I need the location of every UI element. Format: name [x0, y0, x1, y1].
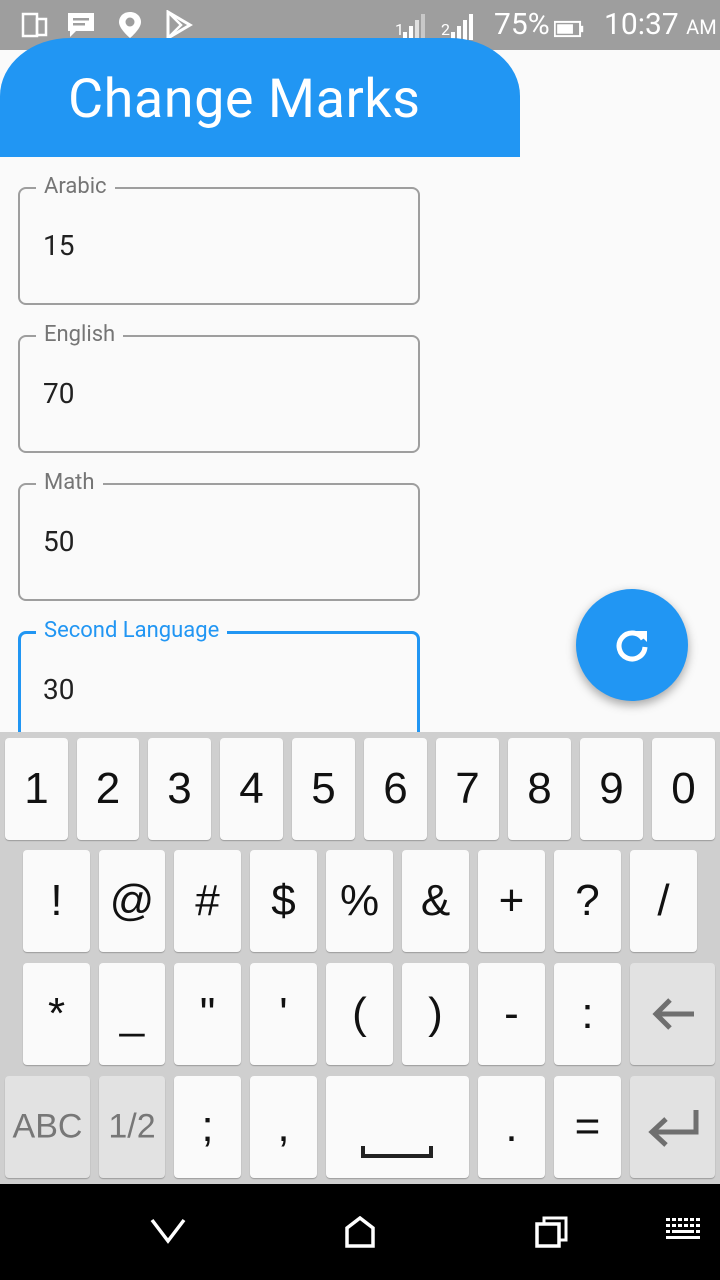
key-hash[interactable]: #	[174, 850, 241, 952]
english-field[interactable]: English 70	[18, 323, 420, 453]
home-icon[interactable]	[344, 1216, 376, 1248]
key-4[interactable]: 4	[220, 738, 283, 840]
space-key[interactable]	[326, 1076, 469, 1178]
key-period[interactable]: .	[478, 1076, 545, 1178]
field-value: 70	[43, 377, 75, 410]
key-1[interactable]: 1	[5, 738, 68, 840]
arabic-field[interactable]: Arabic 15	[18, 175, 420, 305]
backspace-key[interactable]	[630, 963, 715, 1065]
field-label: Arabic	[36, 175, 115, 199]
key-7[interactable]: 7	[436, 738, 499, 840]
key-exclamation[interactable]: !	[23, 850, 90, 952]
key-underscore[interactable]: _	[99, 963, 165, 1065]
field-label: English	[36, 323, 124, 347]
on-screen-keyboard: 1 2 3 4 5 6 7 8 9 0 ! @ # $ % & + ? / * …	[0, 732, 720, 1184]
key-equals[interactable]: =	[554, 1076, 621, 1178]
phone-tablet-icon	[21, 12, 48, 38]
key-at[interactable]: @	[99, 850, 165, 952]
enter-icon	[648, 1110, 699, 1147]
key-minus[interactable]: -	[478, 963, 545, 1065]
key-ampersand[interactable]: &	[402, 850, 469, 952]
battery-icon	[554, 20, 584, 38]
key-colon[interactable]: :	[554, 963, 621, 1065]
space-icon	[361, 1146, 433, 1158]
key-9[interactable]: 9	[580, 738, 643, 840]
navigation-bar	[0, 1184, 720, 1280]
app-header: Change Marks	[0, 38, 520, 157]
field-value: 15	[43, 229, 75, 262]
recents-icon[interactable]	[535, 1216, 569, 1250]
key-slash[interactable]: /	[630, 850, 697, 952]
enter-key[interactable]	[630, 1076, 715, 1178]
field-label: Math	[36, 471, 103, 495]
key-2[interactable]: 2	[77, 738, 139, 840]
math-field[interactable]: Math 50	[18, 471, 420, 601]
key-comma[interactable]: ,	[250, 1076, 317, 1178]
key-6[interactable]: 6	[364, 738, 427, 840]
backspace-icon	[652, 998, 694, 1030]
key-close-paren[interactable]: )	[402, 963, 469, 1065]
clock: 10:37 AM	[604, 7, 717, 42]
key-semicolon[interactable]: ;	[174, 1076, 241, 1178]
key-open-paren[interactable]: (	[326, 963, 393, 1065]
key-dollar[interactable]: $	[250, 850, 317, 952]
message-icon	[68, 13, 94, 37]
page-title: Change Marks	[68, 68, 421, 131]
back-icon[interactable]	[150, 1218, 186, 1244]
key-asterisk[interactable]: *	[23, 963, 90, 1065]
field-label: Second Language	[36, 619, 228, 643]
key-8[interactable]: 8	[508, 738, 571, 840]
abc-key[interactable]: ABC	[5, 1076, 90, 1178]
key-0[interactable]: 0	[652, 738, 715, 840]
key-percent[interactable]: %	[326, 850, 393, 952]
refresh-icon	[616, 630, 648, 662]
location-icon	[119, 12, 141, 38]
key-question[interactable]: ?	[554, 850, 621, 952]
play-store-icon	[166, 10, 193, 40]
field-value: 50	[43, 525, 75, 558]
key-single-quote[interactable]: '	[250, 963, 317, 1065]
keyboard-icon[interactable]	[666, 1218, 702, 1244]
field-value: 30	[43, 673, 75, 706]
refresh-button[interactable]	[576, 589, 688, 701]
key-plus[interactable]: +	[478, 850, 545, 952]
signal-icon: 1 2	[393, 12, 489, 40]
key-5[interactable]: 5	[292, 738, 355, 840]
key-3[interactable]: 3	[148, 738, 211, 840]
key-double-quote[interactable]: "	[174, 963, 241, 1065]
page-toggle-key[interactable]: 1/2	[99, 1076, 165, 1178]
battery-percent: 75%	[494, 7, 550, 42]
